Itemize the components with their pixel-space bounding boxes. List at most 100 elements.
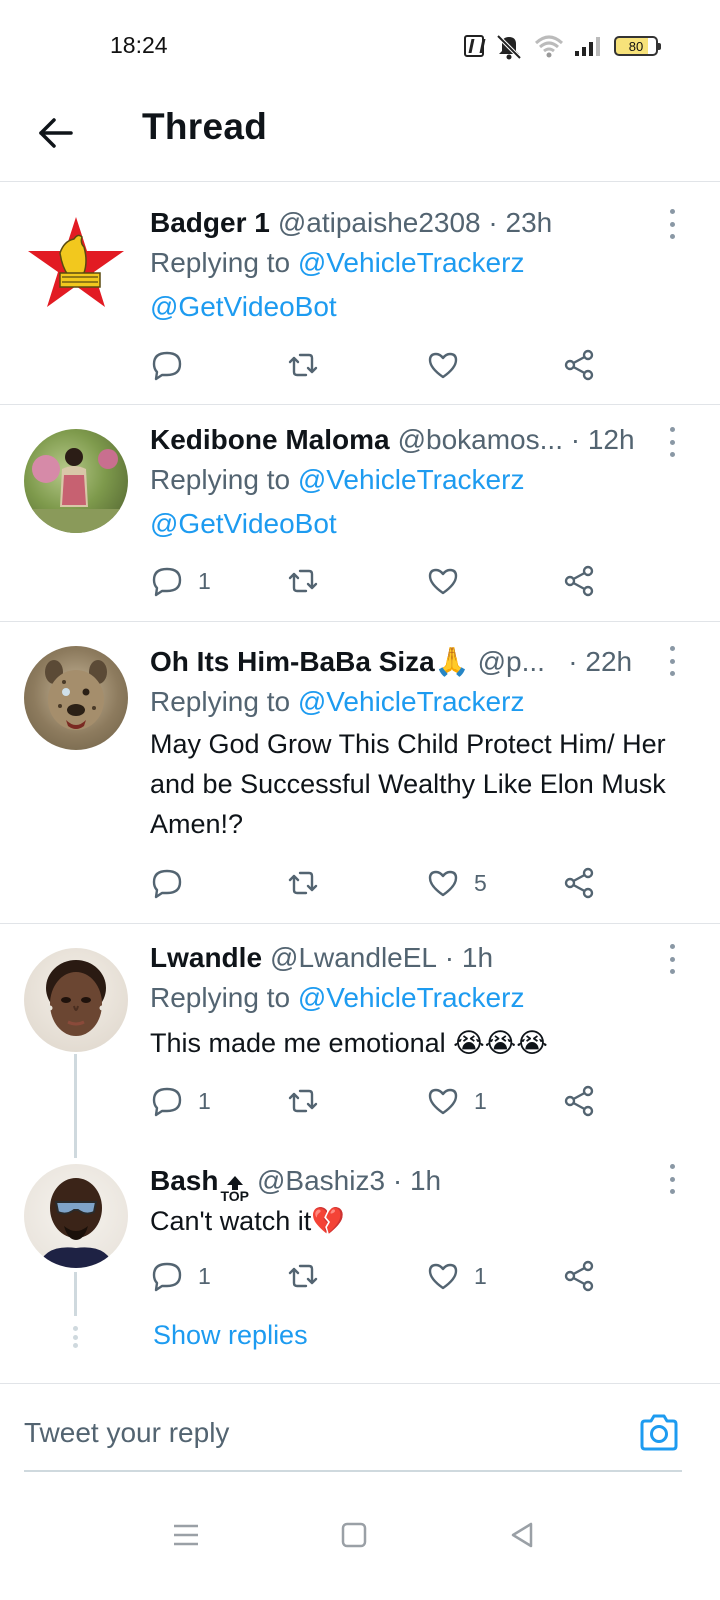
reply-icon (152, 869, 182, 899)
more-icon[interactable] (666, 427, 678, 457)
share-button[interactable] (562, 1081, 596, 1121)
retweet-button[interactable] (286, 1081, 334, 1121)
avatar[interactable] (24, 429, 128, 533)
reply-button[interactable]: 1 (150, 561, 211, 601)
tweet-badger[interactable]: Badger 1 @atipaishe2308 · 23h Replying t… (0, 183, 720, 405)
status-icons: 80 (464, 32, 661, 60)
tweet-text: Can't watch it💔 (150, 1206, 345, 1236)
wifi-icon (534, 35, 564, 58)
reply-button[interactable]: 1 (150, 1081, 211, 1121)
retweet-button[interactable] (286, 345, 334, 385)
tweet-time: 12h (587, 424, 635, 455)
tweet-text: @GetVideoBot (150, 285, 700, 329)
avatar[interactable] (24, 213, 128, 317)
share-button[interactable] (562, 1256, 596, 1296)
tweet-lwandle[interactable]: Lwandle @LwandleEL · 1h Replying to @Veh… (0, 924, 720, 1144)
more-icon[interactable] (666, 646, 678, 676)
author-handle[interactable]: @atipaishe2308 (278, 205, 481, 241)
author-handle[interactable]: @Bashiz3 (257, 1163, 385, 1199)
reply-button[interactable]: 1 (150, 1256, 211, 1296)
author-handle[interactable]: @p... (478, 644, 545, 680)
separator-dot: · (488, 207, 498, 238)
camera-button[interactable] (636, 1410, 682, 1456)
replying-to: Replying to @VehicleTrackerz (150, 976, 700, 1020)
share-icon (564, 349, 594, 381)
thread-connector (74, 1272, 77, 1316)
author-name[interactable]: Kedibone Maloma (150, 422, 390, 458)
system-back-button[interactable] (497, 1510, 547, 1560)
tweet-actions: 1 1 (150, 1081, 610, 1121)
author-name[interactable]: Bash (150, 1163, 218, 1199)
like-icon (428, 568, 458, 595)
share-button[interactable] (562, 345, 596, 385)
like-button[interactable]: 1 (426, 1256, 487, 1296)
author-name[interactable]: Badger 1 (150, 205, 270, 241)
tweet-kedibone[interactable]: Kedibone Maloma @bokamos... · 12h Replyi… (0, 405, 720, 622)
mention-link[interactable]: @VehicleTrackerz (298, 247, 525, 278)
author-handle[interactable]: @bokamos... (398, 422, 563, 458)
system-nav-bar (0, 1490, 720, 1600)
tweet-actions (150, 345, 610, 385)
avatar[interactable] (24, 1164, 128, 1268)
tweet-text: May God Grow This Child Protect Him/ Her… (150, 729, 666, 839)
author-name[interactable]: Lwandle (150, 940, 262, 976)
reply-icon (152, 567, 182, 597)
reply-button[interactable] (150, 863, 198, 903)
reply-count: 1 (198, 1262, 211, 1289)
reply-icon (152, 1262, 182, 1292)
reply-input[interactable] (24, 1408, 624, 1458)
separator-dot: · (570, 424, 581, 455)
tweet-bash[interactable]: Bash TOP @Bashiz3 · 1h Can't watch it💔 1… (0, 1144, 720, 1314)
tweet-header: Lwandle @LwandleEL · 1h (150, 940, 700, 976)
like-count: 1 (474, 1262, 487, 1289)
nfc-icon (464, 35, 484, 57)
back-button[interactable] (30, 108, 80, 158)
replying-prefix: Replying to (150, 686, 291, 717)
tweet-body: Bash TOP @Bashiz3 · 1h Can't watch it💔 (150, 1163, 700, 1243)
retweet-button[interactable] (286, 1256, 334, 1296)
mention-link[interactable]: @VehicleTrackerz (298, 686, 525, 717)
more-icon[interactable] (666, 944, 678, 974)
retweet-button[interactable] (286, 863, 334, 903)
mention-link[interactable]: @GetVideoBot (150, 508, 337, 539)
mention-link[interactable]: @GetVideoBot (150, 291, 337, 322)
zimbabwe-bird-emblem-icon (28, 217, 124, 307)
camera-icon (640, 1414, 678, 1451)
tweet-body: Oh Its Him-BaBa Siza🙏 @p... · 22h Replyi… (150, 644, 700, 844)
like-button[interactable] (426, 561, 474, 601)
share-button[interactable] (562, 561, 596, 601)
top-app-bar: Thread (0, 90, 720, 182)
like-icon (428, 352, 458, 379)
tweet-header: Kedibone Maloma @bokamos... · 12h (150, 422, 700, 458)
like-icon (428, 1088, 458, 1115)
home-button[interactable] (329, 1510, 379, 1560)
share-button[interactable] (562, 863, 596, 903)
mention-link[interactable]: @VehicleTrackerz (298, 464, 525, 495)
author-handle[interactable]: @LwandleEL (270, 940, 437, 976)
more-icon[interactable] (666, 209, 678, 239)
avatar[interactable] (24, 948, 128, 1052)
like-button[interactable] (426, 345, 474, 385)
retweet-button[interactable] (286, 561, 334, 601)
more-icon[interactable] (666, 1164, 678, 1194)
mute-bell-icon (496, 34, 522, 60)
like-button[interactable]: 5 (426, 863, 487, 903)
like-button[interactable]: 1 (426, 1081, 487, 1121)
retweet-icon (288, 1089, 318, 1113)
share-icon (564, 867, 594, 899)
reply-button[interactable] (150, 345, 198, 385)
recent-apps-button[interactable] (161, 1510, 211, 1560)
retweet-icon (288, 1264, 318, 1288)
show-replies-link[interactable]: Show replies (153, 1320, 308, 1351)
tweet-baba-siza[interactable]: Oh Its Him-BaBa Siza🙏 @p... · 22h Replyi… (0, 622, 720, 924)
tweet-actions: 1 1 (150, 1256, 610, 1296)
status-bar: 18:24 80 (0, 0, 720, 90)
author-name[interactable]: Oh Its Him-BaBa Siza🙏 (150, 644, 470, 680)
tweet-header: Badger 1 @atipaishe2308 · 23h (150, 205, 700, 241)
mention-link[interactable]: @VehicleTrackerz (298, 982, 525, 1013)
back-triangle-icon (511, 1522, 533, 1548)
avatar[interactable] (24, 646, 128, 750)
like-icon (428, 1263, 458, 1290)
like-count: 5 (474, 869, 487, 896)
tweet-time: 23h (505, 207, 553, 238)
